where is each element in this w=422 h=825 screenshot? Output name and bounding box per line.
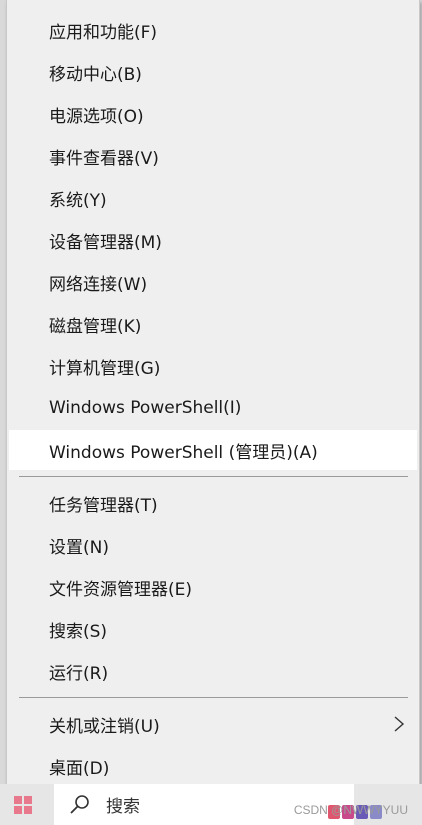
menu-item-label: 搜索(S) [49,621,108,642]
menu-item-power-options[interactable]: 电源选项(O) [9,94,417,134]
menu-item-label: Windows PowerShell(I) [49,398,242,418]
menu-item-label: 系统(Y) [49,190,107,211]
menu-item-settings[interactable]: 设置(N) [9,525,417,565]
search-placeholder: 搜索 [106,797,140,817]
menu-separator [19,697,408,698]
menu-item-apps-features[interactable]: 应用和功能(F) [9,10,417,50]
menu-item-mobility-center[interactable]: 移动中心(B) [9,52,417,92]
menu-item-computer-management[interactable]: 计算机管理(G) [9,346,417,386]
menu-item-label: Windows PowerShell (管理员)(A) [49,442,318,463]
menu-item-label: 设置(N) [49,537,109,558]
menu-item-label: 设备管理器(M) [49,232,162,253]
menu-item-desktop[interactable]: 桌面(D) [9,746,417,786]
menu-item-powershell[interactable]: Windows PowerShell(I) [9,388,417,428]
menu-item-task-manager[interactable]: 任务管理器(T) [9,483,417,523]
menu-item-label: 电源选项(O) [49,106,144,127]
menu-item-device-manager[interactable]: 设备管理器(M) [9,220,417,260]
taskbar: 搜索 CSDN @NWWYYUU [0,784,422,825]
chevron-right-icon [394,716,405,732]
menu-item-label: 桌面(D) [49,758,110,779]
menu-item-run[interactable]: 运行(R) [9,651,417,691]
menu-item-network-connections[interactable]: 网络连接(W) [9,262,417,302]
watermark-text: CSDN @NWWYYUU [293,803,408,817]
menu-item-search[interactable]: 搜索(S) [9,609,417,649]
menu-item-label: 计算机管理(G) [49,358,161,379]
menu-item-label: 文件资源管理器(E) [49,579,193,600]
menu-item-label: 任务管理器(T) [49,495,158,516]
menu-item-file-explorer[interactable]: 文件资源管理器(E) [9,567,417,607]
menu-item-label: 应用和功能(F) [49,22,158,43]
menu-item-label: 磁盘管理(K) [49,316,142,337]
menu-item-label: 事件查看器(V) [49,148,159,169]
windows-logo-icon [14,796,22,804]
winx-context-menu: 应用和功能(F) 移动中心(B) 电源选项(O) 事件查看器(V) 系统(Y) … [6,0,420,798]
menu-item-label: 关机或注销(U) [49,716,160,737]
desktop-screen: 应用和功能(F) 移动中心(B) 电源选项(O) 事件查看器(V) 系统(Y) … [0,0,422,825]
menu-item-label: 运行(R) [49,663,109,684]
search-icon [70,794,89,814]
menu-item-label: 移动中心(B) [49,64,142,85]
menu-item-shutdown-signout[interactable]: 关机或注销(U) [9,704,417,744]
menu-item-label: 网络连接(W) [49,274,148,295]
start-button[interactable] [0,784,52,825]
menu-separator [19,476,408,477]
menu-item-disk-management[interactable]: 磁盘管理(K) [9,304,417,344]
menu-item-event-viewer[interactable]: 事件查看器(V) [9,136,417,176]
menu-item-system[interactable]: 系统(Y) [9,178,417,218]
menu-item-powershell-admin[interactable]: Windows PowerShell (管理员)(A) [9,430,417,470]
